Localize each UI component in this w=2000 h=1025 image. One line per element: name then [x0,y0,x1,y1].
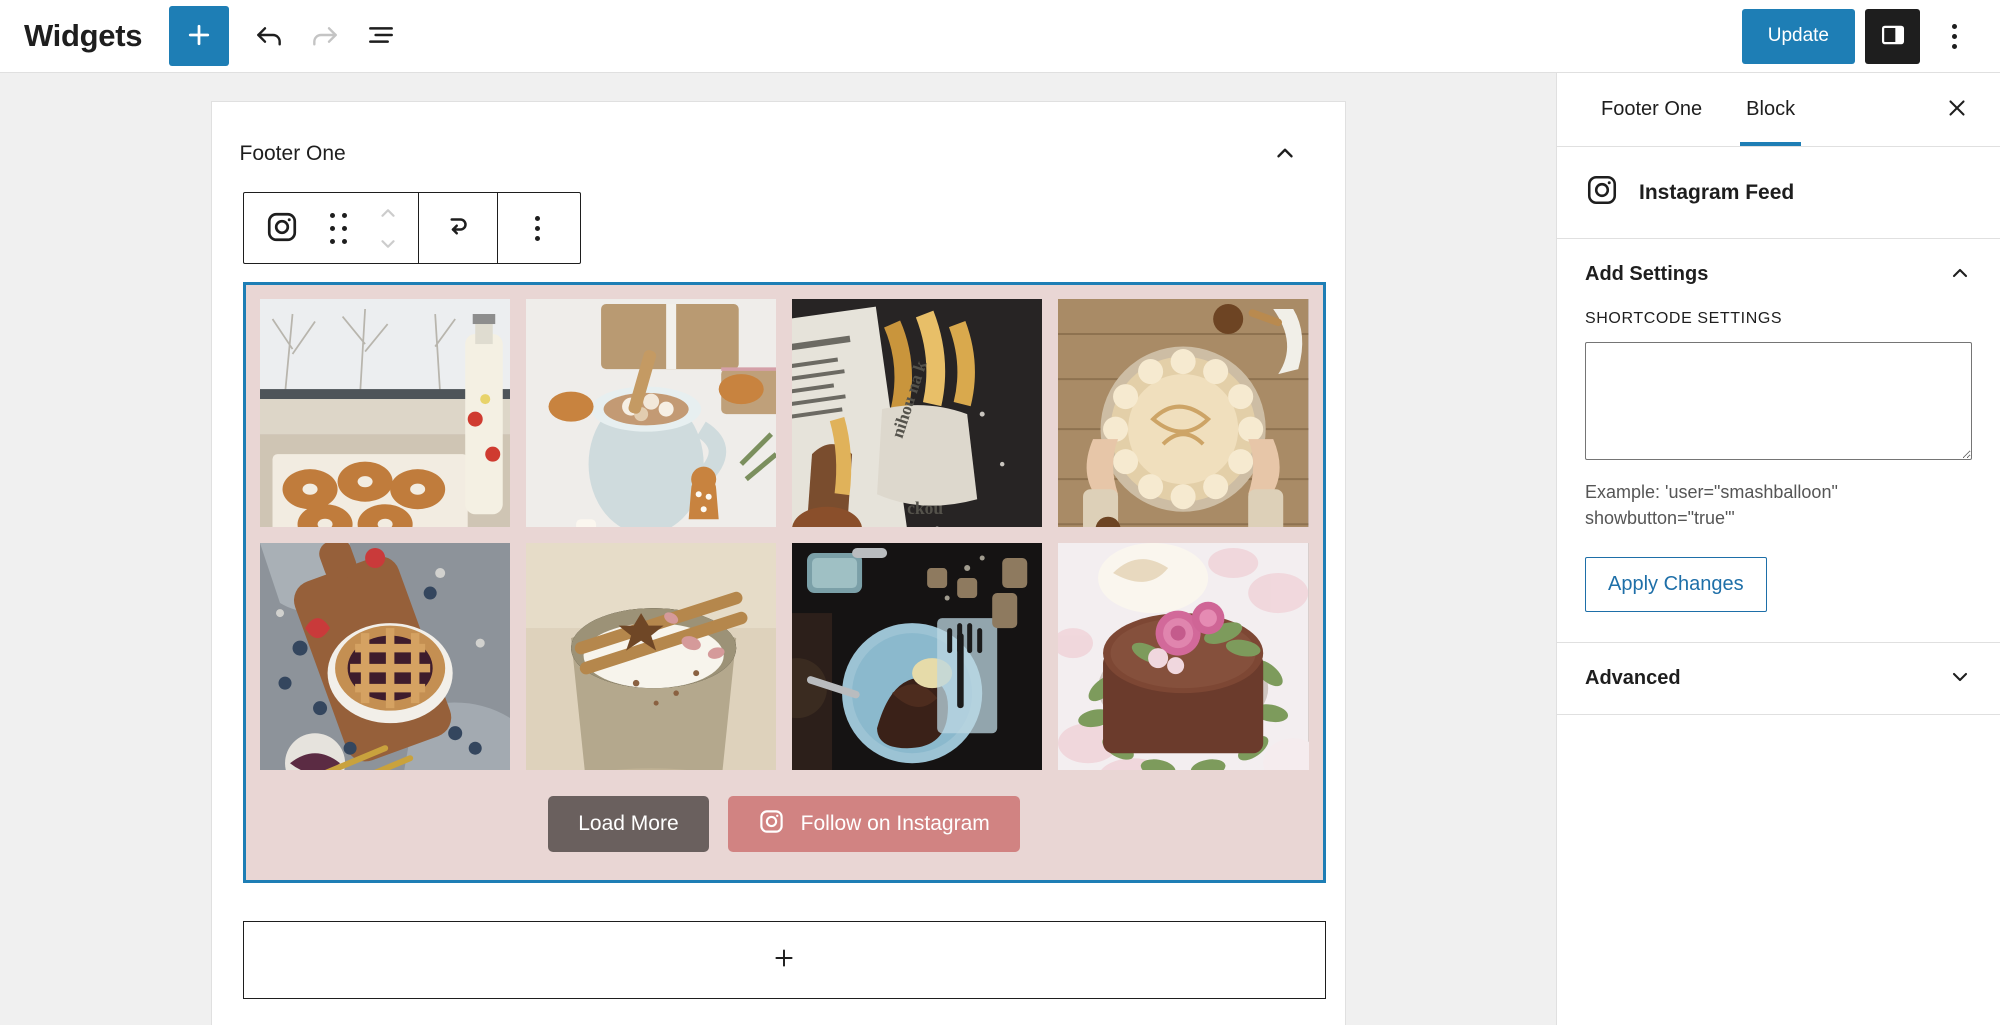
panel-add-settings-title: Add Settings [1585,263,1709,285]
instagram-icon [1585,173,1619,212]
panel-add-settings: Add Settings SHORTCODE SETTINGS Example:… [1557,239,2000,644]
selected-block-name: Instagram Feed [1639,180,1795,204]
editor-header: Widgets Update [0,0,2000,73]
chevron-up-icon [1272,140,1298,169]
shortcode-settings-help: Example: 'user="smashballoon" showbutton… [1585,482,1838,529]
feed-image-item[interactable] [259,299,510,527]
move-up-button[interactable] [377,202,399,224]
widgets-editor-app: Widgets Update Footer One nihou na k cko… [0,0,2000,1025]
list-view-icon [365,19,397,54]
sidebar-tabs: Footer One Block [1557,73,2000,147]
latte-cinnamon-photo [525,542,776,771]
load-more-button[interactable]: Load More [548,796,709,853]
feed-image-item[interactable] [1058,542,1309,771]
feed-image-item[interactable] [525,542,776,771]
widget-area-title: Footer One [239,142,346,165]
add-block-button[interactable] [169,6,230,66]
instagram-icon [758,808,785,841]
svg-text:ckou: ckou [907,498,943,518]
chevron-up-icon [1948,261,1972,288]
donuts-photo [259,299,510,527]
chevron-up-small-icon [377,208,399,227]
undo-button[interactable] [241,8,297,64]
kebab-icon [1951,23,1957,49]
berry-lattice-pie-photo [259,542,510,771]
rose-chocolate-cake-photo [1058,542,1309,771]
feed-image-item[interactable] [1058,299,1309,527]
block-toolbar [242,192,581,264]
churros-photo: nihou na k ckou [792,299,1043,527]
update-button[interactable]: Update [1741,8,1855,64]
plus-icon [771,945,797,976]
list-view-button[interactable] [353,8,409,64]
editor-body: Footer One nihou na k ckou Load More Fol… [0,73,2000,1025]
feed-image-item[interactable] [259,542,510,771]
move-down-button[interactable] [377,233,399,255]
block-type-button[interactable] [244,193,320,263]
shortcode-settings-input[interactable] [1585,342,1972,460]
block-transform-button[interactable] [419,193,497,263]
hot-cocoa-photo [525,299,776,527]
undo-icon [253,19,285,54]
panel-advanced-toggle[interactable]: Advanced [1557,643,2000,714]
header-right-tools: Update [1741,8,1978,64]
settings-sidebar-toggle-button[interactable] [1865,8,1920,64]
panel-add-settings-toggle[interactable]: Add Settings [1557,239,2000,310]
widget-area-collapse-button[interactable] [1263,132,1307,176]
drag-handle-icon [330,212,347,244]
apply-changes-button[interactable]: Apply Changes [1585,557,1767,613]
editor-options-button[interactable] [1930,9,1978,64]
tab-footer-one[interactable]: Footer One [1579,73,1724,146]
close-icon [1944,95,1970,124]
follow-button-label: Follow on Instagram [800,812,990,836]
transform-arrow-icon [443,212,473,245]
block-movers [358,193,418,263]
sidebar-panel-icon [1879,21,1907,52]
close-sidebar-button[interactable] [1932,73,1982,146]
feed-image-item[interactable]: nihou na k ckou [792,299,1043,527]
plus-icon [184,20,214,53]
kebab-icon [535,215,540,241]
chevron-down-small-icon [377,239,399,258]
panel-advanced: Advanced [1557,643,2000,716]
block-appender[interactable] [242,921,1326,1000]
tab-block[interactable]: Block [1724,73,1817,146]
instagram-feed-grid: nihou na k ckou [259,299,1309,771]
page-title: Widgets [24,18,143,53]
instagram-feed-block[interactable]: nihou na k ckou Load More Follow on Inst… [242,282,1326,884]
panel-advanced-title: Advanced [1585,667,1681,690]
block-options-button[interactable] [498,193,578,263]
shortcode-settings-label: SHORTCODE SETTINGS [1585,310,1783,327]
chevron-down-icon [1948,665,1972,692]
instagram-icon [265,210,299,247]
settings-sidebar: Footer One Block Instagram Feed Add Sett… [1556,73,2000,1025]
meringue-pie-photo [1058,299,1309,527]
block-drag-handle[interactable] [320,193,358,263]
selected-block-card: Instagram Feed [1557,147,2000,239]
widget-area-panel: Footer One nihou na k ckou Load More Fol… [210,101,1346,1025]
feed-image-item[interactable] [792,542,1043,771]
header-left-tools: Widgets [24,6,409,66]
chocolate-slice-photo [792,542,1043,771]
feed-image-item[interactable] [525,299,776,527]
widget-area-header: Footer One [212,102,1345,176]
redo-icon [309,19,341,54]
redo-button[interactable] [297,8,353,64]
panel-add-settings-body: SHORTCODE SETTINGS Example: 'user="smash… [1557,310,2000,642]
feed-action-buttons: Load More Follow on Instagram [260,770,1309,880]
follow-on-instagram-button[interactable]: Follow on Instagram [727,796,1020,853]
editor-canvas: Footer One nihou na k ckou Load More Fol… [0,73,1556,1025]
